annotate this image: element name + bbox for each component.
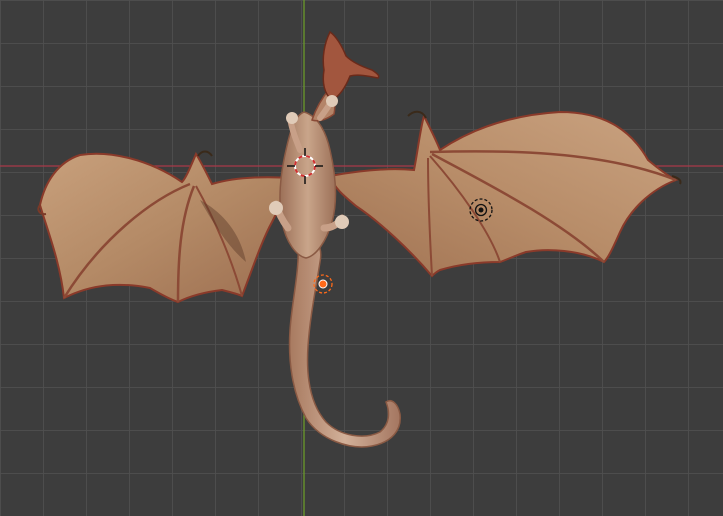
front-hand-left xyxy=(286,112,298,124)
left-wing[interactable] xyxy=(38,151,294,304)
viewport-canvas[interactable] xyxy=(0,0,723,516)
body[interactable] xyxy=(279,111,337,259)
left-wing-claw xyxy=(197,150,213,157)
3d-viewport[interactable] xyxy=(0,0,723,516)
head[interactable] xyxy=(322,30,380,101)
hind-foot-left xyxy=(269,201,283,215)
dragon-mesh[interactable] xyxy=(37,30,682,448)
hind-foot-right xyxy=(335,215,349,229)
tail[interactable] xyxy=(288,239,401,448)
front-hand-right xyxy=(326,95,338,107)
